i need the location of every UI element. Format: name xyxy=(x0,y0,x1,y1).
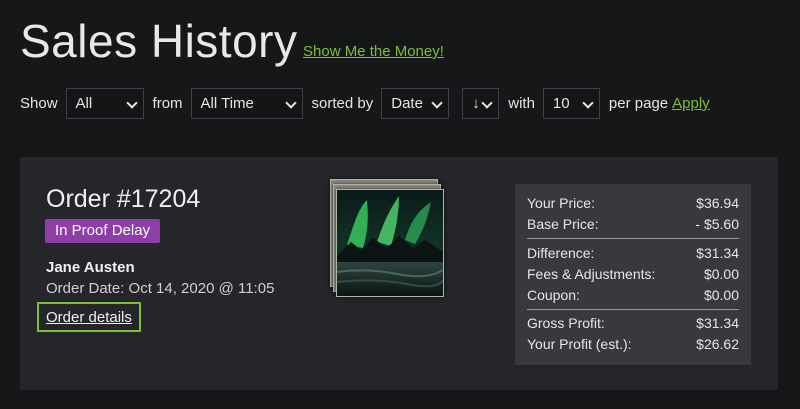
price-row-your-profit: Your Profit (est.): $26.62 xyxy=(527,334,739,354)
product-image xyxy=(336,189,444,297)
show-label: Show xyxy=(20,95,58,112)
with-label: with xyxy=(508,95,535,112)
chevron-down-icon xyxy=(125,97,138,109)
chevron-down-icon xyxy=(481,97,493,109)
price-row-label: Your Price: xyxy=(527,195,595,211)
time-range-select[interactable]: All Time xyxy=(190,88,303,119)
price-row-value: $26.62 xyxy=(696,336,739,352)
price-row-value: $0.00 xyxy=(703,266,739,282)
price-row-label: Fees & Adjustments: xyxy=(527,266,656,282)
price-row-value: - $5.60 xyxy=(695,216,739,232)
price-row-label: Gross Profit: xyxy=(527,315,605,331)
price-row-label: Difference: xyxy=(527,245,595,261)
price-divider xyxy=(527,238,739,239)
chevron-down-icon xyxy=(431,97,443,109)
price-row-your-price: Your Price: $36.94 xyxy=(527,193,739,213)
price-row-label: Your Profit (est.): xyxy=(527,336,632,352)
filter-bar: Show All from All Time sorted by Date ↓ … xyxy=(20,88,710,119)
price-row-fees: Fees & Adjustments: $0.00 xyxy=(527,264,739,284)
price-row-value: $0.00 xyxy=(703,287,739,303)
per-page-label: per page xyxy=(608,95,669,112)
apply-button[interactable]: Apply xyxy=(672,95,710,112)
price-row-difference: Difference: $31.34 xyxy=(527,243,739,263)
price-divider xyxy=(527,309,739,310)
price-row-label: Coupon: xyxy=(527,287,580,303)
status-badge: In Proof Delay xyxy=(45,219,161,243)
order-date: Order Date: Oct 14, 2020 @ 11:05 xyxy=(46,280,275,297)
show-me-the-money-link[interactable]: Show Me the Money! xyxy=(303,43,444,60)
order-card: Order #17204 In Proof Delay Jane Austen … xyxy=(20,157,778,390)
chevron-down-icon xyxy=(284,97,297,109)
price-row-base-price: Base Price: - $5.60 xyxy=(527,214,739,234)
show-select[interactable]: All xyxy=(65,88,144,119)
pricing-summary: Your Price: $36.94 Base Price: - $5.60 D… xyxy=(515,184,751,365)
price-row-coupon: Coupon: $0.00 xyxy=(527,285,739,305)
order-details-button[interactable]: Order details xyxy=(37,302,141,332)
from-label: from xyxy=(152,95,183,112)
aurora-photo xyxy=(337,190,443,296)
chevron-down-icon xyxy=(582,97,594,109)
sort-direction-value: ↓ xyxy=(472,95,480,112)
sorted-by-label: sorted by xyxy=(311,95,374,112)
sort-field-value: Date xyxy=(391,95,423,112)
per-page-value: 10 xyxy=(552,95,570,112)
price-row-value: $31.34 xyxy=(696,245,739,261)
sort-direction-select[interactable]: ↓ xyxy=(462,88,500,119)
page-title: Sales History xyxy=(20,15,298,67)
price-row-label: Base Price: xyxy=(527,216,599,232)
show-select-value: All xyxy=(75,95,93,112)
order-number: Order #17204 xyxy=(46,185,201,213)
price-row-value: $31.34 xyxy=(696,315,739,331)
price-row-value: $36.94 xyxy=(696,195,739,211)
sort-field-select[interactable]: Date xyxy=(381,88,450,119)
customer-name: Jane Austen xyxy=(46,259,135,276)
product-thumbnail-stack[interactable] xyxy=(330,179,448,299)
time-range-value: All Time xyxy=(200,95,254,112)
per-page-select[interactable]: 10 xyxy=(542,88,600,119)
price-row-gross-profit: Gross Profit: $31.34 xyxy=(527,313,739,333)
